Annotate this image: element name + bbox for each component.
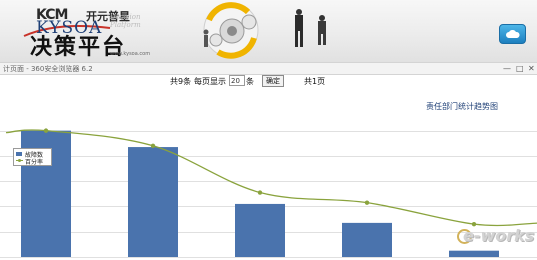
- chart-bar: [449, 250, 499, 257]
- chart-line-point: [150, 143, 156, 148]
- brand-url: www.kysoa.com: [110, 51, 151, 57]
- chart-line-point: [257, 190, 263, 195]
- cloud-icon: [505, 30, 520, 38]
- close-button[interactable]: ✕: [528, 64, 535, 73]
- chart-bar: [235, 203, 285, 257]
- per-page-unit: 条: [246, 77, 254, 86]
- total-count: 共9条: [170, 77, 192, 86]
- decision-subtitle: Decision Platform: [110, 13, 141, 29]
- minimize-button[interactable]: —: [503, 64, 511, 73]
- cloud-button[interactable]: [499, 24, 526, 44]
- per-page-label: 每页显示: [194, 77, 226, 86]
- app-banner: KCM 开元普星 KYSOA Decision Platform 决策平台 ww…: [0, 0, 537, 62]
- chart-line-point: [364, 200, 370, 205]
- browser-title: 计页面 - 360安全浏览器 6.2: [3, 65, 93, 73]
- chart-line-point: [43, 128, 49, 133]
- chart-bar: [128, 147, 178, 257]
- watermark: e-works: [463, 226, 535, 245]
- page-count: 共1页: [304, 77, 326, 86]
- legend-line-swatch: [16, 159, 23, 162]
- banner-gears-illustration: [203, 2, 259, 59]
- legend-bar-swatch: [16, 152, 22, 156]
- chart-bar: [342, 222, 392, 257]
- maximize-button[interactable]: □: [516, 64, 524, 73]
- banner-people-illustration: [295, 9, 326, 47]
- legend-line-label: 百分率: [25, 159, 44, 166]
- confirm-button[interactable]: 确定: [262, 75, 284, 87]
- chart-legend: 故障数 百分率: [13, 148, 52, 166]
- pagination-bar: 共9条 每页显示 条 确定 共1页: [0, 74, 537, 88]
- per-page-input[interactable]: [229, 75, 245, 86]
